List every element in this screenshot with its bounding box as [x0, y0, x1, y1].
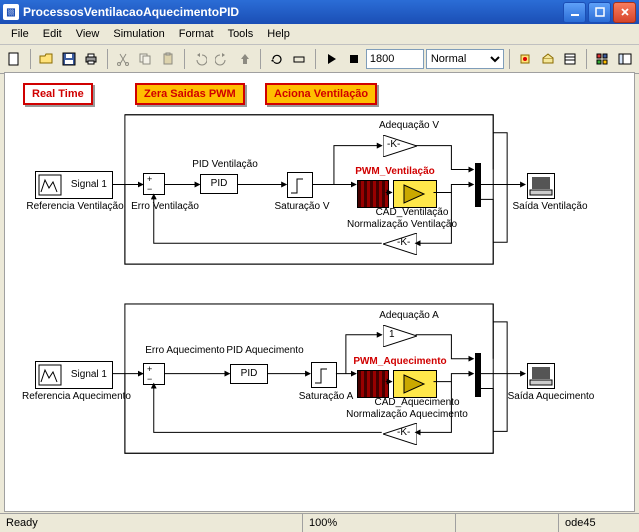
norm-vent-label: Normalização Ventilação — [327, 219, 477, 230]
pwm-vent-label: PWM_Ventilação — [345, 166, 445, 177]
model-canvas[interactable]: Real Time Zera Saidas PWM Aciona Ventila… — [4, 72, 635, 512]
saturation-vent[interactable] — [287, 172, 313, 198]
build-icon[interactable] — [537, 47, 558, 71]
adequacao-aquec-label: Adequação A — [369, 310, 449, 321]
saturation-aquec[interactable] — [311, 362, 337, 388]
library-icon[interactable] — [592, 47, 613, 71]
sum-vent[interactable]: + − — [143, 173, 165, 195]
print-icon[interactable] — [81, 47, 102, 71]
aciona-vent-button[interactable]: Aciona Ventilação — [265, 83, 377, 105]
copy-icon[interactable] — [135, 47, 156, 71]
status-solver: ode45 — [559, 514, 639, 532]
status-zoom: 100% — [303, 514, 456, 532]
maximize-button[interactable] — [588, 2, 611, 23]
pid-aquec-block[interactable]: PID — [230, 364, 268, 384]
cut-icon[interactable] — [112, 47, 133, 71]
target-icon[interactable] — [515, 47, 536, 71]
pwm-vent-block[interactable] — [357, 180, 389, 208]
signal-builder-vent-label: Signal 1 — [71, 179, 107, 190]
sum-aquec[interactable]: + − — [143, 363, 165, 385]
signal-builder-aquec[interactable]: Signal 1 — [35, 361, 113, 389]
play-icon[interactable] — [320, 47, 341, 71]
gain-norm-aquec[interactable]: -K- — [383, 423, 417, 445]
menu-view[interactable]: View — [69, 26, 107, 42]
config-icon[interactable] — [560, 47, 581, 71]
title-bar: ▧ ProcessosVentilacaoAquecimentoPID — [0, 0, 639, 24]
gain-adequacao-aquec-text: 1 — [389, 329, 395, 340]
pid-vent-block[interactable]: PID — [200, 174, 238, 194]
stop-time-input[interactable] — [366, 49, 424, 69]
menu-edit[interactable]: Edit — [36, 26, 69, 42]
pid-aquec-title: PID Aquecimento — [215, 345, 315, 356]
scope-aquec-label: Saída Aquecimento — [501, 391, 601, 402]
menu-format[interactable]: Format — [172, 26, 221, 42]
mux-vent[interactable] — [475, 163, 481, 207]
new-icon[interactable] — [4, 47, 25, 71]
save-icon[interactable] — [58, 47, 79, 71]
ref-vent-label: Referencia Ventilação — [25, 201, 125, 212]
menu-file[interactable]: File — [4, 26, 36, 42]
refresh-icon[interactable] — [266, 47, 287, 71]
up-icon[interactable] — [235, 47, 256, 71]
pwm-aquec-block[interactable] — [357, 370, 389, 398]
app-icon: ▧ — [3, 4, 19, 20]
saturation-vent-label: Saturação V — [267, 201, 337, 212]
gain-norm-vent[interactable]: -K- — [383, 233, 417, 255]
menu-simulation[interactable]: Simulation — [106, 26, 171, 42]
pwm-aquec-label: PWM_Aquecimento — [345, 356, 455, 367]
signal-builder-aquec-label: Signal 1 — [71, 369, 107, 380]
gain-norm-vent-text: -K- — [397, 237, 410, 248]
adequacao-vent-label: Adequação V — [369, 120, 449, 131]
window-title: ProcessosVentilacaoAquecimentoPID — [23, 5, 239, 19]
scope-vent-label: Saída Ventilação — [505, 201, 595, 212]
signal-builder-vent[interactable]: Signal 1 — [35, 171, 113, 199]
norm-aquec-label: Normalização Aquecimento — [327, 409, 487, 420]
zera-saidas-button[interactable]: Zera Saidas PWM — [135, 83, 245, 105]
scope-vent[interactable] — [527, 173, 555, 199]
saturation-aquec-label: Saturação A — [291, 391, 361, 402]
scope-aquec[interactable] — [527, 363, 555, 389]
realtime-button[interactable]: Real Time — [23, 83, 93, 105]
minimize-button[interactable] — [563, 2, 586, 23]
open-icon[interactable] — [36, 47, 57, 71]
debug-icon[interactable] — [289, 47, 310, 71]
undo-icon[interactable] — [189, 47, 210, 71]
stop-icon[interactable] — [343, 47, 364, 71]
status-bar: Ready 100% ode45 — [0, 513, 639, 532]
redo-icon[interactable] — [212, 47, 233, 71]
cad-aquec-label: CAD_Aquecimento — [367, 397, 467, 408]
gain-norm-aquec-text: -K- — [397, 427, 410, 438]
cad-vent-block[interactable] — [393, 180, 437, 208]
ref-aquec-label: Referencia Aquecimento — [19, 391, 134, 402]
menu-bar: File Edit View Simulation Format Tools H… — [0, 24, 639, 45]
simulation-mode-select[interactable]: NormalAcceleratorExternal — [426, 49, 504, 69]
cad-vent-label: CAD_Ventilação — [367, 207, 457, 218]
mux-aquec[interactable] — [475, 353, 481, 397]
status-ready: Ready — [0, 514, 303, 532]
gain-adequacao-vent-text: -K- — [387, 139, 400, 150]
model-explorer-icon[interactable] — [614, 47, 635, 71]
toolbar: NormalAcceleratorExternal — [0, 45, 639, 74]
cad-aquec-block[interactable] — [393, 370, 437, 398]
erro-vent-label: Erro Ventilação — [120, 201, 210, 212]
gain-adequacao-vent[interactable]: -K- — [383, 135, 417, 157]
menu-help[interactable]: Help — [260, 26, 297, 42]
paste-icon[interactable] — [158, 47, 179, 71]
status-time — [456, 514, 559, 532]
menu-tools[interactable]: Tools — [221, 26, 261, 42]
pid-vent-title: PID Ventilação — [185, 159, 265, 170]
gain-adequacao-aquec[interactable]: 1 — [383, 325, 417, 347]
close-button[interactable] — [613, 2, 636, 23]
